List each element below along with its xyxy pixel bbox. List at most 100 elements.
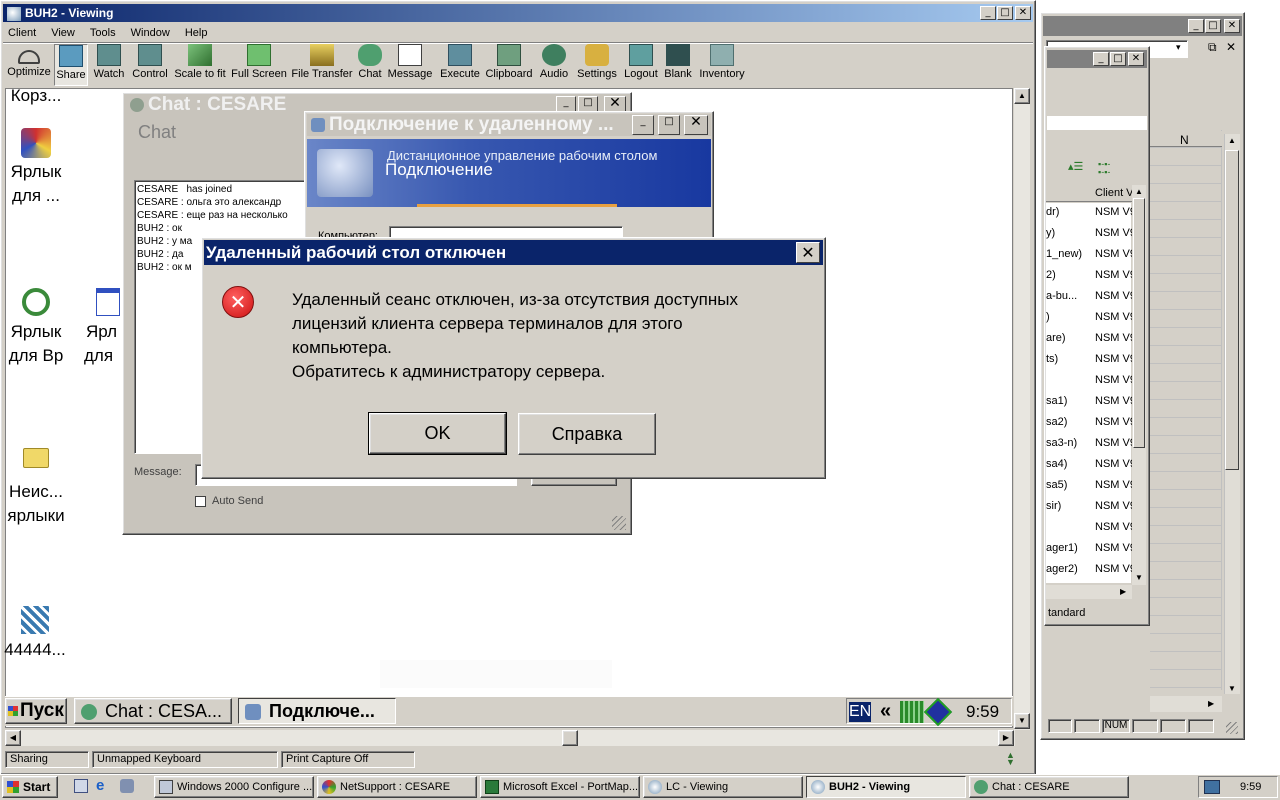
tray-app-icon-1[interactable] xyxy=(900,701,924,723)
excel-inner-close-icon[interactable]: ✕ xyxy=(1226,40,1236,54)
desktop-icon-recycle[interactable]: Корз... xyxy=(5,84,67,108)
quicklaunch-app-icon[interactable] xyxy=(120,779,134,793)
remote-task-chat[interactable]: Chat : CESA... xyxy=(74,698,232,724)
host-task-buh2-viewing[interactable]: BUH2 - Viewing xyxy=(806,776,966,798)
rdp-minimize-button[interactable]: _ xyxy=(632,115,654,135)
desktop-icon-shortcut-3[interactable]: Ярл для xyxy=(82,288,124,368)
viewer-vscroll[interactable] xyxy=(1014,88,1030,730)
list-scroll-up-icon[interactable]: ▲ xyxy=(1135,187,1143,196)
excel-restore-icon[interactable]: ⧉ xyxy=(1208,40,1217,55)
desktop-icon-shortcut-1[interactable]: Ярлык для ... xyxy=(5,128,67,208)
viewer-minimize-button[interactable]: _ xyxy=(980,6,996,20)
client-row-name[interactable]: dr) xyxy=(1046,206,1059,218)
client-row-name[interactable]: sa3-n) xyxy=(1046,437,1077,449)
remote-start-button[interactable]: Пуск xyxy=(5,698,67,724)
help-button[interactable]: Справка xyxy=(518,413,656,455)
toolbar-control-button[interactable]: Control xyxy=(130,44,170,86)
list-scroll-down-icon[interactable]: ▼ xyxy=(1135,573,1143,582)
chat-resize-grip-icon[interactable] xyxy=(612,516,626,530)
toolbar-blank-button[interactable]: Blank xyxy=(662,44,694,86)
viewer-titlebar[interactable]: BUH2 - Viewing xyxy=(3,4,1033,22)
netsupport-minimize-button[interactable]: _ xyxy=(1093,52,1109,66)
error-dialog-titlebar[interactable]: Удаленный рабочий стол отключен xyxy=(204,240,823,265)
viewer-vscroll-down[interactable]: ▼ xyxy=(1014,713,1030,729)
client-row-name[interactable]: sa4) xyxy=(1046,458,1067,470)
status-scroll-arrows-icon[interactable]: ▲ ▼ xyxy=(1006,751,1015,767)
desktop-icon-44444[interactable]: 44444... xyxy=(2,606,68,662)
toolbar-execute-button[interactable]: Execute xyxy=(438,44,482,86)
host-task-lc-viewing[interactable]: LC - Viewing xyxy=(643,776,803,798)
menu-view[interactable]: View xyxy=(51,25,75,41)
host-start-button[interactable]: Start xyxy=(2,776,58,798)
netsupport-close-button[interactable]: ✕ xyxy=(1128,52,1144,66)
excel-close-button[interactable]: ✕ xyxy=(1224,19,1240,33)
client-row-name[interactable]: 2) xyxy=(1046,269,1056,281)
viewer-hscroll-right[interactable]: ▶ xyxy=(998,730,1014,746)
list-hscroll-right-icon[interactable]: ▶ xyxy=(1120,587,1126,596)
excel-scroll-up-icon[interactable]: ▲ xyxy=(1228,136,1236,145)
list-scroll-thumb[interactable] xyxy=(1133,198,1145,448)
auto-send-checkbox[interactable] xyxy=(195,496,206,507)
client-row-name[interactable]: a-bu... xyxy=(1046,290,1077,302)
menu-client[interactable]: Client xyxy=(8,25,36,41)
viewer-close-button[interactable]: ✕ xyxy=(1015,6,1031,20)
toolbar-audio-button[interactable]: Audio xyxy=(536,44,572,86)
quicklaunch-desktop-icon[interactable] xyxy=(74,779,88,793)
desktop-icon-shortcut-2[interactable]: Ярлык для Вр xyxy=(5,288,67,368)
viewer-hscroll-left[interactable]: ◀ xyxy=(5,730,21,746)
sort-icon[interactable]: ▴☰ xyxy=(1068,160,1083,173)
list-column-client[interactable]: Client V xyxy=(1095,187,1134,199)
quicklaunch-ie-icon[interactable]: e xyxy=(96,778,104,794)
excel-maximize-button[interactable]: □ xyxy=(1205,19,1221,33)
excel-minimize-button[interactable]: _ xyxy=(1188,19,1204,33)
host-task-netsupport[interactable]: NetSupport : CESARE xyxy=(317,776,477,798)
excel-dropdown-icon[interactable]: ▾ xyxy=(1176,42,1181,53)
toolbar-message-button[interactable]: Message xyxy=(386,44,434,86)
toolbar-settings-button[interactable]: Settings xyxy=(574,44,620,86)
rdp-maximize-button[interactable]: □ xyxy=(658,115,680,135)
toolbar-logout-button[interactable]: Logout xyxy=(622,44,660,86)
tree-view-icon[interactable]: ▪-▪- ▪-▪- xyxy=(1098,160,1110,177)
toolbar-inventory-button[interactable]: Inventory xyxy=(696,44,748,86)
toolbar-filetransfer-button[interactable]: File Transfer xyxy=(290,44,354,86)
ok-button[interactable]: OK xyxy=(368,412,507,455)
client-row-name[interactable]: ager2) xyxy=(1046,563,1078,575)
toolbar-chat-button[interactable]: Chat xyxy=(356,44,384,86)
host-task-win2000[interactable]: Windows 2000 Configure ... xyxy=(154,776,314,798)
toolbar-clipboard-button[interactable]: Clipboard xyxy=(484,44,534,86)
host-task-excel[interactable]: Microsoft Excel - PortMap... xyxy=(480,776,640,798)
language-indicator[interactable]: EN xyxy=(849,702,871,722)
excel-hscroll-right-icon[interactable]: ▶ xyxy=(1208,699,1214,708)
toolbar-watch-button[interactable]: Watch xyxy=(90,44,128,86)
viewer-vscroll-up[interactable]: ▲ xyxy=(1014,88,1030,104)
excel-resize-grip-icon[interactable] xyxy=(1226,722,1238,734)
viewer-hscroll[interactable] xyxy=(5,730,1015,746)
client-row-name[interactable]: 1_new) xyxy=(1046,248,1082,260)
excel-scroll-thumb[interactable] xyxy=(1225,150,1239,470)
client-row-name[interactable]: ager1) xyxy=(1046,542,1078,554)
client-row-name[interactable]: ) xyxy=(1046,311,1050,323)
client-row-name[interactable]: y) xyxy=(1046,227,1055,239)
toolbar-optimize-button[interactable]: Optimize xyxy=(6,44,52,86)
client-row-name[interactable]: sa2) xyxy=(1046,416,1067,428)
toolbar-scale-button[interactable]: Scale to fit xyxy=(172,44,228,86)
excel-scroll-down-icon[interactable]: ▼ xyxy=(1228,684,1236,693)
menu-help[interactable]: Help xyxy=(185,25,208,41)
host-tray-network-icon[interactable] xyxy=(1204,780,1220,794)
viewer-hscroll-thumb[interactable] xyxy=(562,730,578,746)
error-dialog-close-button[interactable]: ✕ xyxy=(796,242,820,263)
client-row-name[interactable]: sa5) xyxy=(1046,479,1067,491)
host-task-chat[interactable]: Chat : CESARE xyxy=(969,776,1129,798)
viewer-maximize-button[interactable]: □ xyxy=(997,6,1013,20)
toolbar-share-button[interactable]: Share xyxy=(54,44,88,86)
client-row-name[interactable]: sir) xyxy=(1046,500,1061,512)
client-row-name[interactable]: sa1) xyxy=(1046,395,1067,407)
menu-window[interactable]: Window xyxy=(131,25,170,41)
remote-task-rdp[interactable]: Подключе... xyxy=(238,698,396,724)
rdp-close-button[interactable]: ✕ xyxy=(684,115,708,135)
desktop-icon-folder[interactable]: Неис... ярлыки xyxy=(5,448,67,528)
menu-tools[interactable]: Tools xyxy=(90,25,116,41)
tray-chevron[interactable]: « xyxy=(880,700,891,722)
toolbar-fullscreen-button[interactable]: Full Screen xyxy=(230,44,288,86)
client-row-name[interactable]: are) xyxy=(1046,332,1066,344)
